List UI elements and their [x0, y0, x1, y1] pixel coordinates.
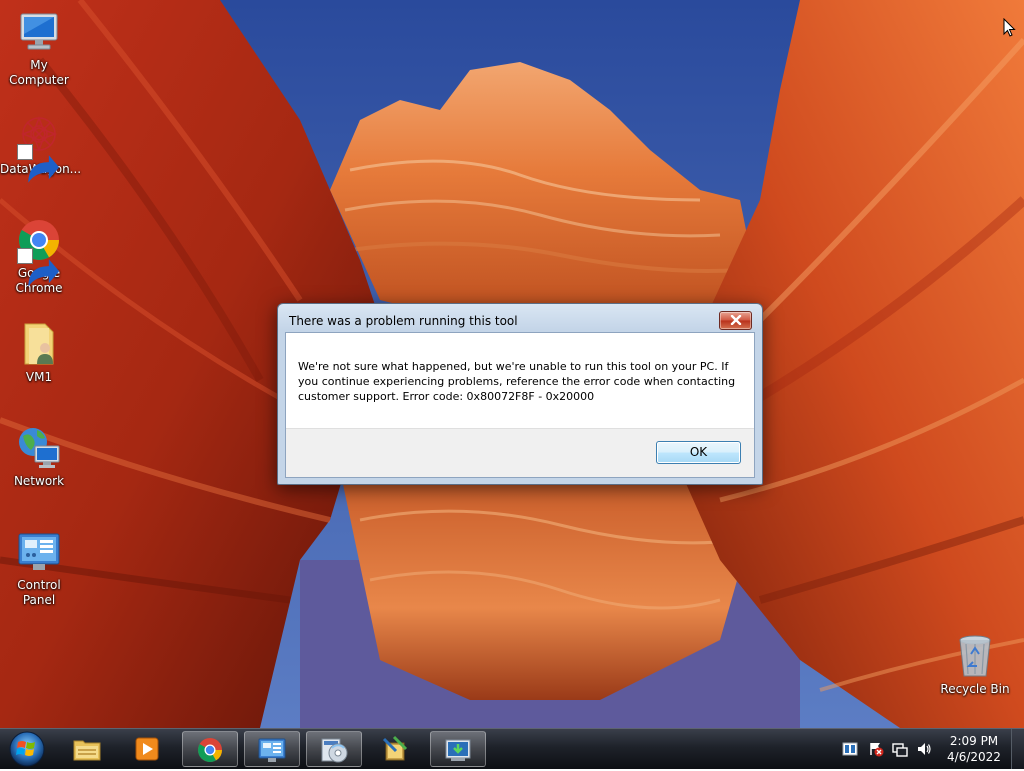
desktop-icon-datawagon[interactable]: DataWagon... — [0, 112, 81, 183]
taskbar: 2:09 PM 4/6/2022 — [0, 728, 1024, 769]
network-tray-icon[interactable] — [892, 741, 908, 757]
media-player-icon — [135, 737, 159, 761]
setup-tool-icon — [382, 735, 408, 761]
clock-time: 2:09 PM — [949, 734, 999, 748]
keyboard-language-icon[interactable] — [842, 741, 858, 757]
volume-icon[interactable] — [916, 741, 932, 757]
dialog-title: There was a problem running this tool — [289, 314, 518, 328]
windows-logo-icon — [9, 731, 45, 767]
show-desktop-button[interactable] — [1011, 729, 1024, 769]
shortcut-arrow-icon — [17, 248, 60, 287]
desktop-icon-label: VM1 — [25, 370, 53, 384]
dialog-content: We're not sure what happened, but we're … — [285, 332, 755, 478]
taskbar-button-chrome[interactable] — [182, 731, 238, 767]
desktop-icon-my-computer[interactable]: My Computer — [0, 8, 78, 88]
user-folder-icon — [24, 323, 54, 365]
desktop-icon-label: Recycle Bin — [940, 682, 1010, 696]
desktop-icon-vm1[interactable]: VM1 — [0, 320, 78, 385]
control-panel-icon — [18, 533, 60, 570]
control-panel-icon — [258, 738, 286, 762]
media-creation-tool-icon — [445, 739, 471, 761]
desktop-icon-label: Control Panel — [17, 578, 61, 607]
action-center-icon[interactable] — [868, 741, 884, 757]
dialog-footer: OK — [286, 428, 754, 477]
clock[interactable]: 2:09 PM 4/6/2022 — [942, 733, 1006, 765]
shortcut-arrow-icon — [17, 144, 60, 183]
desktop-icon-label: My Computer — [9, 58, 69, 87]
desktop-icon-google-chrome[interactable]: Google Chrome — [0, 216, 78, 296]
taskbar-button-file-explorer[interactable] — [60, 731, 116, 767]
taskbar-button-control-panel[interactable] — [244, 731, 300, 767]
chrome-icon — [198, 738, 222, 763]
taskbar-button-media-creation-tool[interactable] — [430, 731, 486, 767]
dialog-message: We're not sure what happened, but we're … — [298, 360, 736, 403]
desktop-icon-recycle-bin[interactable]: Recycle Bin — [936, 632, 1014, 697]
taskbar-button-disc-installer[interactable] — [306, 731, 362, 767]
clock-date: 4/6/2022 — [947, 750, 1001, 764]
recycle-bin-icon — [959, 635, 991, 677]
system-tray: 2:09 PM 4/6/2022 — [838, 729, 1024, 769]
desktop-icon-network[interactable]: Network — [0, 424, 78, 489]
taskbar-button-media-player[interactable] — [120, 731, 176, 767]
start-button[interactable] — [4, 730, 50, 768]
error-dialog: There was a problem running this tool We… — [277, 303, 763, 485]
taskbar-button-setup-tool[interactable] — [368, 731, 424, 767]
desktop-icon-label: Network — [13, 474, 65, 488]
mouse-cursor-icon — [1003, 18, 1016, 37]
close-button[interactable] — [719, 311, 752, 330]
desktop-icon-control-panel[interactable]: Control Panel — [0, 528, 78, 608]
computer-icon — [20, 13, 58, 50]
network-icon — [19, 428, 60, 468]
file-explorer-icon — [73, 740, 101, 761]
ok-button[interactable]: OK — [656, 441, 741, 464]
disc-installer-icon — [321, 738, 348, 763]
close-icon — [730, 315, 741, 325]
dialog-titlebar[interactable]: There was a problem running this tool — [278, 304, 762, 332]
